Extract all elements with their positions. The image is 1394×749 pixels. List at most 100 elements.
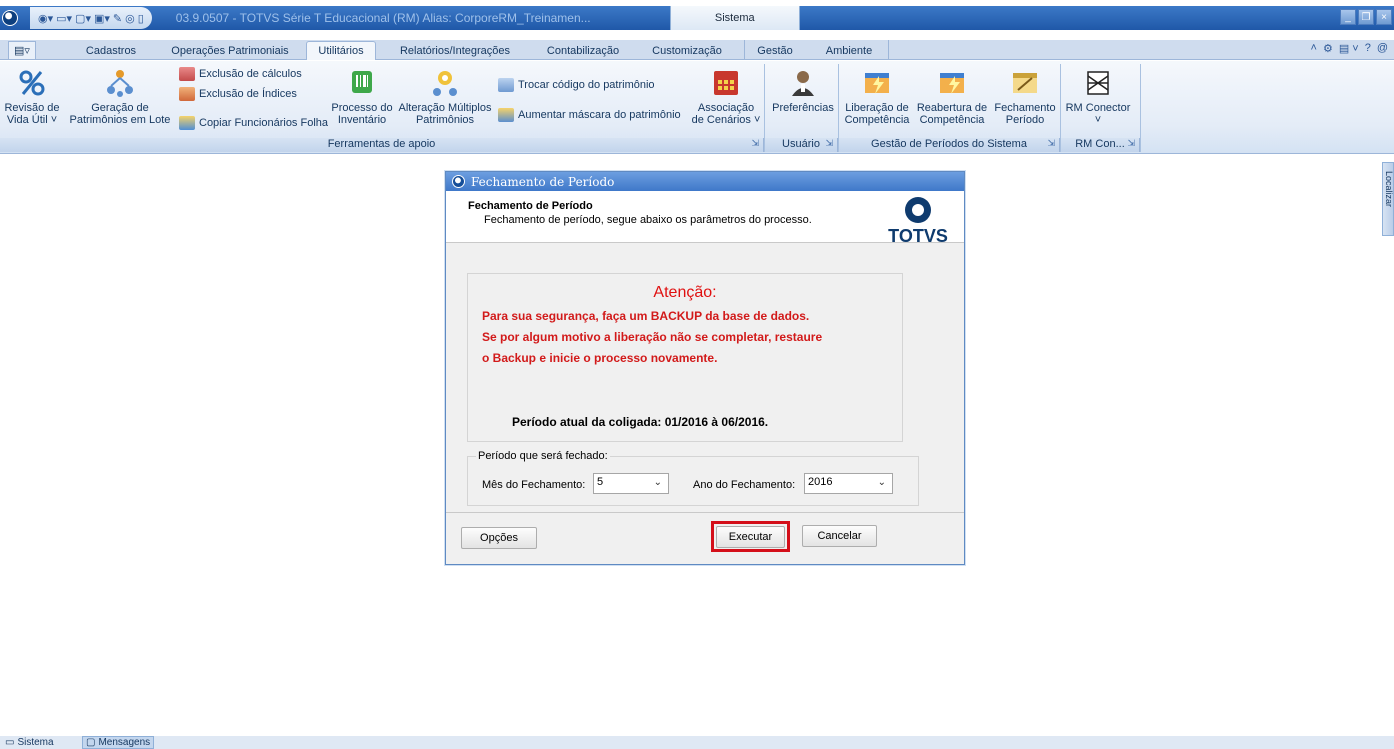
- tab-ambiente[interactable]: Ambiente: [818, 41, 880, 60]
- localizar-label: Localizar: [1384, 171, 1394, 208]
- dialog-launcher-icon[interactable]: ⇲: [1127, 138, 1135, 149]
- settings-icon[interactable]: ⚙: [1323, 42, 1333, 55]
- dialog-launcher-icon[interactable]: ⇲: [825, 138, 833, 149]
- group-ferramentas-de-apoio: Ferramentas de apoio ⇲: [0, 138, 764, 152]
- processo-inventario-button[interactable]: Processo do Inventário: [328, 68, 396, 126]
- exclusao-calculos-button[interactable]: Exclusão de cálculos: [179, 67, 302, 81]
- exclusao-calculos-label: Exclusão de cálculos: [199, 68, 302, 80]
- revisao-label-2: Vida Útil ˅: [6, 114, 58, 126]
- trocar-codigo-label: Trocar código do patrimônio: [518, 79, 655, 91]
- status-mensagens-button[interactable]: ▢ Mensagens: [82, 736, 155, 749]
- preferencias-label: Preferências: [772, 102, 834, 114]
- tab-divider: [888, 40, 889, 60]
- dialog-launcher-icon[interactable]: ⇲: [751, 138, 759, 149]
- status-sistema-label: Sistema: [17, 737, 54, 748]
- tab-cadastros[interactable]: Cadastros: [78, 41, 144, 60]
- calendar-bolt-icon: [865, 73, 889, 94]
- ribbon-right-tools: ˄ ⚙ ▤ ˅ ? @: [1311, 42, 1388, 55]
- layout-icon[interactable]: ▤ ˅: [1339, 42, 1359, 55]
- ribbon-tabs: ▤▿ Cadastros Operações Patrimoniais Util…: [0, 40, 1394, 60]
- revisao-vida-util-button[interactable]: Revisão de Vida Útil ˅: [0, 68, 64, 126]
- reabertura-label-1: Reabertura de: [916, 102, 988, 114]
- dialog-footer-divider: [446, 512, 964, 513]
- dialog-launcher-icon[interactable]: ⇲: [1047, 138, 1055, 149]
- document-icon[interactable]: ▯: [138, 12, 144, 25]
- dialog-title-bar[interactable]: Fechamento de Período: [446, 172, 964, 191]
- tab-relatorios-integracoes[interactable]: Relatórios/Integrações: [392, 41, 518, 60]
- cancelar-button[interactable]: Cancelar: [802, 525, 877, 547]
- geracao-label-2: Patrimônios em Lote: [69, 114, 171, 126]
- status-bar: ▭ Sistema ▢ Mensagens: [0, 736, 1394, 749]
- tab-contabilizacao[interactable]: Contabilização: [541, 41, 625, 60]
- group-gestao-periodos: Gestão de Períodos do Sistema ⇲: [839, 138, 1060, 152]
- copiar-funcionarios-label: Copiar Funcionários Folha: [199, 117, 329, 129]
- dialog-header-title: Fechamento de Período: [468, 200, 593, 212]
- percent-icon: [19, 70, 45, 96]
- tab-gestao[interactable]: Gestão: [750, 41, 800, 60]
- chevron-down-icon: ⌄: [877, 477, 886, 488]
- associacao-cenarios-button[interactable]: Associação de Cenários ˅: [690, 68, 762, 126]
- liberacao-label-1: Liberação de: [845, 102, 909, 114]
- liberacao-competencia-button[interactable]: Liberação de Competência: [842, 68, 912, 126]
- localizar-side-tab[interactable]: Localizar: [1382, 162, 1394, 236]
- group-ferramentas-label: Ferramentas de apoio: [327, 138, 436, 150]
- save-icon[interactable]: ▭▾: [56, 12, 72, 25]
- exclusao-indices-button[interactable]: Exclusão de Índices: [179, 87, 297, 101]
- help-icon[interactable]: ◎: [125, 12, 135, 25]
- minimize-icon[interactable]: _: [1340, 9, 1356, 25]
- app-menu-button[interactable]: ▤▿: [8, 41, 36, 60]
- close-icon[interactable]: ×: [1376, 9, 1392, 25]
- warning-line-2: Se por algum motivo a liberação não se c…: [482, 330, 823, 344]
- help-icon[interactable]: ?: [1365, 42, 1371, 55]
- tab-utilitarios[interactable]: Utilitários: [306, 41, 376, 60]
- tab-operacoes-patrimoniais[interactable]: Operações Patrimoniais: [165, 41, 295, 60]
- mes-select[interactable]: 5 ⌄: [593, 473, 669, 494]
- fechamento-periodo-button[interactable]: Fechamento Período: [992, 68, 1058, 126]
- ano-select[interactable]: 2016 ⌄: [804, 473, 893, 494]
- window-icon[interactable]: ▢▾: [75, 12, 91, 25]
- aumentar-mascara-button[interactable]: Aumentar máscara do patrimônio: [498, 108, 681, 122]
- alteracao-multiplos-button[interactable]: Alteração Múltiplos Patrimônios: [396, 68, 494, 126]
- preferencias-button[interactable]: Preferências: [768, 68, 838, 114]
- ano-label: Ano do Fechamento:: [693, 479, 796, 491]
- monitor-icon: ▭: [5, 737, 15, 748]
- associacao-label-2: de Cenários ˅: [691, 114, 761, 126]
- window-title: 03.9.0507 - TOTVS Série T Educacional (R…: [175, 11, 591, 25]
- collapse-ribbon-icon[interactable]: ˄: [1311, 42, 1317, 55]
- executar-highlight-frame: [711, 521, 790, 552]
- code-swap-icon: [498, 78, 514, 92]
- screen-icon[interactable]: ▣▾: [94, 12, 110, 25]
- web-icon[interactable]: @: [1377, 42, 1388, 55]
- application-orb-icon[interactable]: [2, 10, 18, 26]
- alteracao-label-2: Patrimônios: [415, 114, 475, 126]
- mes-value: 5: [597, 476, 604, 488]
- network-icon: [107, 70, 133, 97]
- tools-icon[interactable]: ✎: [113, 12, 122, 25]
- trocar-codigo-button[interactable]: Trocar código do patrimônio: [498, 78, 655, 92]
- processo-label-2: Inventário: [337, 114, 387, 126]
- status-sistema-button[interactable]: ▭ Sistema: [2, 736, 57, 749]
- opcoes-button[interactable]: Opções: [461, 527, 537, 549]
- globe-icon[interactable]: ◉▾: [38, 12, 53, 25]
- dialog-header-subtitle: Fechamento de período, segue abaixo os p…: [484, 214, 812, 226]
- exclusao-indices-label: Exclusão de Índices: [199, 88, 297, 100]
- delete-calc-icon: [179, 67, 195, 81]
- reabertura-competencia-button[interactable]: Reabertura de Competência: [914, 68, 990, 126]
- delete-index-icon: [179, 87, 195, 101]
- context-tab-sistema[interactable]: Sistema: [669, 6, 800, 30]
- barcode-icon: [352, 71, 372, 93]
- restore-icon[interactable]: ❐: [1358, 9, 1374, 25]
- totvs-logo-text: TOTVS: [888, 226, 948, 246]
- reabertura-label-2: Competência: [919, 114, 985, 126]
- tab-customizacao[interactable]: Customização: [645, 41, 729, 60]
- group-rm-con: RM Con... ⇲: [1061, 138, 1140, 152]
- geracao-patrimonios-button[interactable]: Geração de Patrimônios em Lote: [66, 68, 174, 126]
- scenario-grid-icon: [714, 71, 738, 95]
- group-divider: [1140, 64, 1141, 152]
- current-period-text: Período atual da coligada: 01/2016 à 06/…: [512, 415, 769, 429]
- alteracao-label-1: Alteração Múltiplos: [398, 102, 492, 114]
- rm-conector-button[interactable]: RM Conector ˅: [1062, 68, 1134, 126]
- fechamento-label-1: Fechamento: [994, 102, 1056, 114]
- copiar-funcionarios-button[interactable]: Copiar Funcionários Folha: [179, 116, 328, 130]
- gear-network-icon: [433, 71, 457, 96]
